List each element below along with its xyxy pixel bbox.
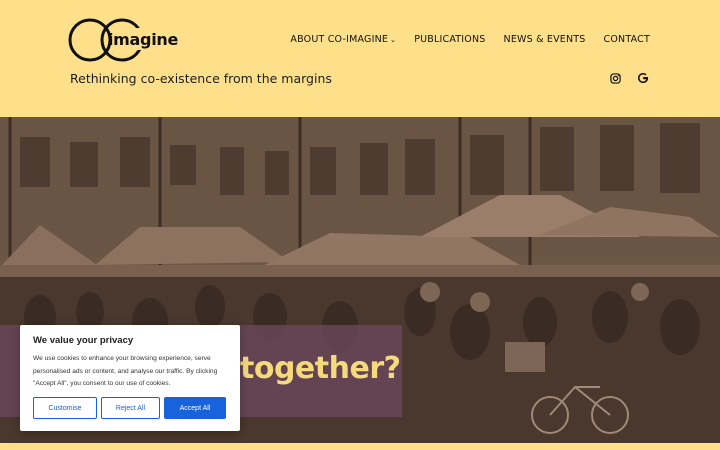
reject-all-button[interactable]: Reject All xyxy=(101,397,160,419)
accept-all-button[interactable]: Accept All xyxy=(164,397,226,419)
nav-item-about[interactable]: ABOUT CO-IMAGINE ⌄ xyxy=(290,34,396,45)
chevron-down-icon: ⌄ xyxy=(390,36,397,44)
google-icon[interactable] xyxy=(637,72,649,84)
customise-button[interactable]: Customise xyxy=(33,397,97,419)
cookie-title: We value your privacy xyxy=(33,335,134,346)
nav-item-contact[interactable]: CONTACT xyxy=(604,34,650,45)
hero-heading: together? xyxy=(240,351,401,386)
nav-item-news-events[interactable]: NEWS & EVENTS xyxy=(504,34,586,45)
main-nav: ABOUT CO-IMAGINE ⌄ PUBLICATIONS NEWS & EV… xyxy=(290,34,650,45)
cookie-consent-banner: We value your privacy We use cookies to … xyxy=(20,325,240,431)
nav-item-publications[interactable]: PUBLICATIONS xyxy=(414,34,485,45)
site-header: imagine Rethinking co-existence from the… xyxy=(0,0,720,117)
logo-wordmark: imagine xyxy=(108,30,179,49)
social-links xyxy=(609,72,649,84)
site-tagline: Rethinking co-existence from the margins xyxy=(70,71,332,86)
cookie-description: We use cookies to enhance your browsing … xyxy=(33,355,218,387)
instagram-icon[interactable] xyxy=(609,72,621,84)
nav-item-about-label: ABOUT CO-IMAGINE xyxy=(290,34,389,45)
site-logo[interactable]: imagine xyxy=(68,14,178,66)
footer-strip xyxy=(0,443,720,450)
